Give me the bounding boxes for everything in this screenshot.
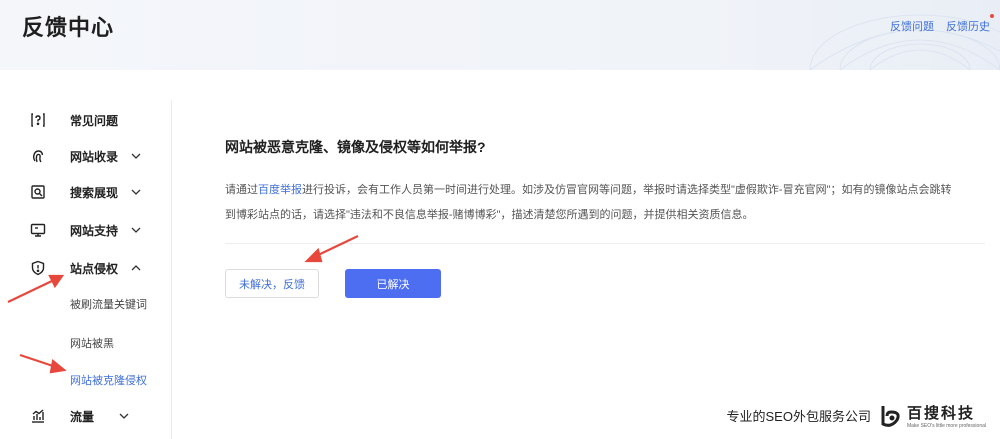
feedback-history-label: 反馈历史: [946, 21, 990, 33]
watermark-text: 专业的SEO外包服务公司: [726, 409, 871, 424]
chevron-down-icon: [130, 186, 142, 198]
chevron-down-icon: [130, 224, 142, 236]
chevron-down-icon: [130, 150, 142, 162]
chevron-up-icon: [130, 262, 142, 274]
feedback-issue-link[interactable]: 反馈问题: [890, 18, 934, 34]
brand-tagline: Make SEO's little more professional: [906, 423, 986, 429]
answer-line-2: 到博彩站点的话，请选择"违法和不良信息举报-赌博博彩"，描述清楚您所遇到的问题，…: [225, 209, 754, 221]
sidebar-item-site-indexing[interactable]: 网站收录: [30, 146, 142, 166]
sub-item-brushed-keywords[interactable]: 被刷流量关键词: [70, 296, 147, 312]
sidebar-item-traffic[interactable]: 流量: [30, 406, 130, 426]
sub-item-site-cloned[interactable]: 网站被克隆侵权: [70, 372, 147, 388]
chevron-down-icon: [118, 410, 130, 422]
sidebar-item-label: 常见问题: [70, 113, 119, 128]
sidebar-item-label: 流量: [70, 409, 95, 424]
shield-alert-icon: [30, 260, 46, 276]
baidu-report-link[interactable]: 百度举报: [258, 184, 302, 196]
sub-item-site-hacked[interactable]: 网站被黑: [70, 335, 114, 351]
answer-line-1: 请通过百度举报进行投诉，会有工作人员第一时间进行处理。如涉及仿冒官网等问题，举报…: [225, 178, 985, 203]
question-title: 网站被恶意克隆、镜像及侵权等如何举报?: [225, 139, 486, 155]
brand-logo-icon: [881, 405, 900, 427]
monitor-icon: [30, 222, 46, 238]
resolved-button[interactable]: 已解决: [345, 269, 441, 298]
header-banner: 反馈中心 反馈问题 反馈历史: [0, 0, 1000, 70]
sidebar: 常见问题 网站收录 搜索展现 网站支持 站点侵权 被刷流量关键词 网站被黑 网站…: [0, 100, 172, 439]
brand-name: 百搜科技: [906, 404, 975, 422]
sidebar-item-label: 网站收录: [70, 149, 119, 164]
question-doc-icon: [30, 112, 46, 128]
sidebar-item-label: 搜索展现: [70, 185, 119, 200]
sidebar-item-label: 站点侵权: [70, 261, 119, 276]
arrow-to-unresolved: [315, 235, 359, 257]
page-title: 反馈中心: [22, 15, 115, 40]
question-answer: 请通过百度举报进行投诉，会有工作人员第一时间进行处理。如涉及仿冒官网等问题，举报…: [225, 178, 985, 228]
sidebar-item-site-infringement[interactable]: 站点侵权: [30, 258, 142, 278]
bar-chart-icon: [30, 408, 46, 424]
watermark: 专业的SEO外包服务公司 百搜科技 Make SEO's little more…: [726, 402, 986, 429]
search-doc-icon: [30, 184, 46, 200]
arrow-head-unresolved: [304, 247, 323, 263]
sidebar-item-faq[interactable]: 常见问题: [30, 110, 118, 130]
sidebar-item-label: 网站支持: [70, 223, 119, 238]
fingerprint-icon: [30, 148, 46, 164]
feedback-history-link[interactable]: 反馈历史: [946, 14, 994, 34]
header-links: 反馈问题 反馈历史: [890, 14, 994, 34]
answer-text: 请通过: [225, 184, 258, 196]
content-divider: [225, 243, 985, 244]
sidebar-item-site-support[interactable]: 网站支持: [30, 220, 142, 240]
unresolved-feedback-button[interactable]: 未解决，反馈: [225, 269, 319, 298]
globe-decoration: [809, 14, 1000, 70]
answer-text: 进行投诉，会有工作人员第一时间进行处理。如涉及仿冒官网等问题，举报时请选择类型"…: [302, 184, 952, 196]
sidebar-item-search-display[interactable]: 搜索展现: [30, 182, 142, 202]
notification-dot: [990, 14, 994, 18]
brand-logo: 百搜科技 Make SEO's little more professional: [879, 402, 986, 429]
